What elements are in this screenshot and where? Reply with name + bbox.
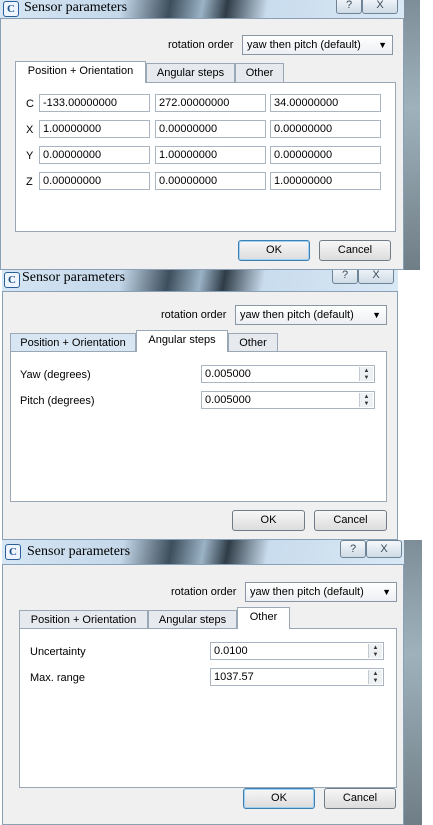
dialog-body: rotation order yaw then pitch (default) … xyxy=(2,291,398,540)
dialog-body: rotation order yaw then pitch (default) … xyxy=(0,18,404,270)
rotation-order-select[interactable]: yaw then pitch (default) ▼ xyxy=(245,582,397,602)
row-label-x: X xyxy=(26,124,34,136)
tab-angular-steps[interactable]: Angular steps xyxy=(148,610,237,629)
tab-pane-angular-steps: Yaw (degrees) 0.005000 ▲ ▼ Pitch (degrees… xyxy=(10,351,387,502)
app-logo-icon: C xyxy=(5,544,21,560)
dialog-other: C Sensor parameters ? X rotation order y… xyxy=(2,540,422,825)
window-title: Sensor parameters xyxy=(27,544,131,559)
app-logo-icon: C xyxy=(4,272,20,288)
max-range-stepper[interactable]: ▲ ▼ xyxy=(368,670,382,684)
rotation-order-label: rotation order xyxy=(161,309,227,321)
arrow-up-icon[interactable]: ▲ xyxy=(369,644,382,651)
c-field-2[interactable]: 272.00000000 xyxy=(155,94,266,112)
z-field-2[interactable]: 0.00000000 xyxy=(155,172,266,190)
arrow-up-icon[interactable]: ▲ xyxy=(360,367,373,374)
row-label-z: Z xyxy=(26,176,33,188)
rotation-order-value: yaw then pitch (default) xyxy=(250,586,364,598)
pitch-value: 0.005000 xyxy=(205,394,251,406)
help-button[interactable]: ? xyxy=(332,270,358,284)
pitch-label: Pitch (degrees) xyxy=(20,395,95,407)
tab-position-orientation[interactable]: Position + Orientation xyxy=(15,61,146,83)
arrow-up-icon[interactable]: ▲ xyxy=(360,393,373,400)
ok-button[interactable]: OK xyxy=(243,788,315,809)
z-field-1[interactable]: 0.00000000 xyxy=(39,172,150,190)
y-field-2[interactable]: 1.00000000 xyxy=(155,146,266,164)
uncertainty-value: 0.0100 xyxy=(214,645,248,657)
arrow-down-icon[interactable]: ▼ xyxy=(369,677,382,684)
tab-position-orientation[interactable]: Position + Orientation xyxy=(10,333,136,352)
y-field-1[interactable]: 0.00000000 xyxy=(39,146,150,164)
close-button[interactable]: X xyxy=(362,0,398,14)
dialog-position-orientation: C Sensor parameters ? X rotation order y… xyxy=(0,0,420,270)
max-range-spinbox[interactable]: 1037.57 ▲ ▼ xyxy=(210,668,384,686)
tab-pane-position-orientation: C -133.00000000 272.00000000 34.00000000… xyxy=(15,82,396,232)
arrow-up-icon[interactable]: ▲ xyxy=(369,670,382,677)
background-strip xyxy=(404,540,422,825)
x-field-1[interactable]: 1.00000000 xyxy=(39,120,150,138)
title-bar: C Sensor parameters ? X xyxy=(2,270,398,291)
pitch-stepper[interactable]: ▲ ▼ xyxy=(359,393,373,407)
c-field-1[interactable]: -133.00000000 xyxy=(39,94,150,112)
rotation-order-select[interactable]: yaw then pitch (default) ▼ xyxy=(242,35,393,55)
rotation-order-value: yaw then pitch (default) xyxy=(240,309,354,321)
row-label-y: Y xyxy=(26,150,34,162)
window-title: Sensor parameters xyxy=(24,0,128,15)
uncertainty-label: Uncertainty xyxy=(30,646,86,658)
chevron-down-icon: ▼ xyxy=(378,40,387,50)
help-button[interactable]: ? xyxy=(336,0,362,14)
window-title: Sensor parameters xyxy=(22,270,126,285)
background-strip xyxy=(404,0,420,270)
cancel-button[interactable]: Cancel xyxy=(319,240,391,261)
dialog-body: rotation order yaw then pitch (default) … xyxy=(2,564,404,825)
tab-pane-other: Uncertainty 0.0100 ▲ ▼ Max. range 1037.57… xyxy=(19,628,397,788)
x-field-3[interactable]: 0.00000000 xyxy=(270,120,381,138)
y-field-3[interactable]: 0.00000000 xyxy=(270,146,381,164)
pitch-spinbox[interactable]: 0.005000 ▲ ▼ xyxy=(201,391,375,409)
help-button[interactable]: ? xyxy=(340,540,366,558)
yaw-spinbox[interactable]: 0.005000 ▲ ▼ xyxy=(201,365,375,383)
tab-other[interactable]: Other xyxy=(235,63,284,82)
rotation-order-label: rotation order xyxy=(171,586,237,598)
title-bar: C Sensor parameters ? X xyxy=(2,540,404,564)
chevron-down-icon: ▼ xyxy=(372,310,381,320)
arrow-down-icon[interactable]: ▼ xyxy=(369,651,382,658)
row-label-c: C xyxy=(26,98,34,110)
rotation-order-label: rotation order xyxy=(168,39,234,51)
tab-other[interactable]: Other xyxy=(228,333,278,352)
title-bar: C Sensor parameters ? X xyxy=(0,0,404,18)
c-field-3[interactable]: 34.00000000 xyxy=(270,94,381,112)
app-logo-icon: C xyxy=(3,1,19,17)
cancel-button[interactable]: Cancel xyxy=(314,510,387,531)
ok-button[interactable]: OK xyxy=(238,240,310,261)
max-range-value: 1037.57 xyxy=(214,671,254,683)
tab-angular-steps[interactable]: Angular steps xyxy=(146,63,235,82)
tab-other[interactable]: Other xyxy=(237,607,290,629)
z-field-3[interactable]: 1.00000000 xyxy=(270,172,381,190)
chevron-down-icon: ▼ xyxy=(382,587,391,597)
yaw-stepper[interactable]: ▲ ▼ xyxy=(359,367,373,381)
uncertainty-stepper[interactable]: ▲ ▼ xyxy=(368,644,382,658)
close-button[interactable]: X xyxy=(358,270,394,284)
uncertainty-spinbox[interactable]: 0.0100 ▲ ▼ xyxy=(210,642,384,660)
yaw-value: 0.005000 xyxy=(205,368,251,380)
yaw-label: Yaw (degrees) xyxy=(20,369,91,381)
close-button[interactable]: X xyxy=(366,540,402,558)
max-range-label: Max. range xyxy=(30,672,86,684)
dialog-angular-steps: C Sensor parameters ? X rotation order y… xyxy=(2,270,398,540)
cancel-button[interactable]: Cancel xyxy=(324,788,396,809)
rotation-order-value: yaw then pitch (default) xyxy=(247,39,361,51)
x-field-2[interactable]: 0.00000000 xyxy=(155,120,266,138)
rotation-order-select[interactable]: yaw then pitch (default) ▼ xyxy=(235,305,387,325)
arrow-down-icon[interactable]: ▼ xyxy=(360,400,373,407)
arrow-down-icon[interactable]: ▼ xyxy=(360,374,373,381)
tab-position-orientation[interactable]: Position + Orientation xyxy=(19,610,148,629)
ok-button[interactable]: OK xyxy=(232,510,305,531)
tab-angular-steps[interactable]: Angular steps xyxy=(136,330,228,352)
